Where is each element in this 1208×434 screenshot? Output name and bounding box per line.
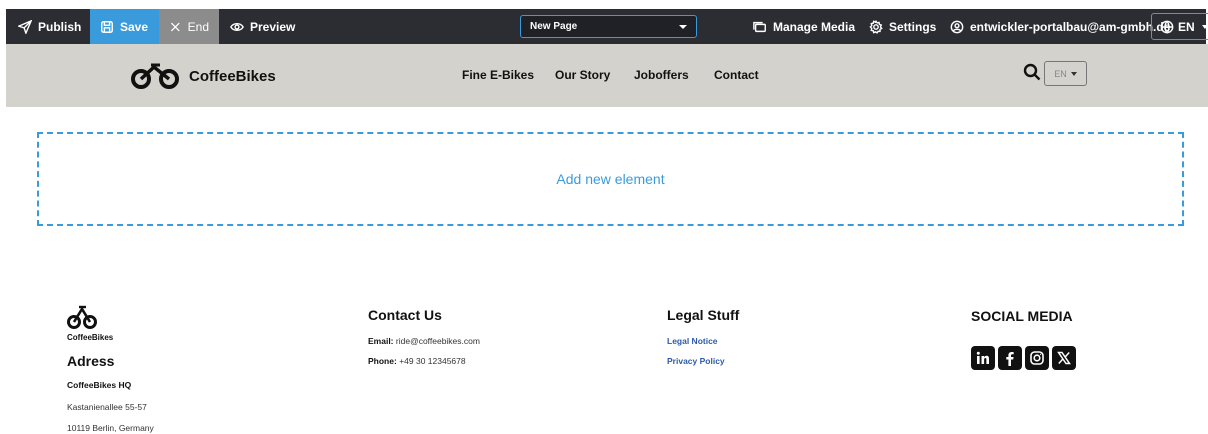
chevron-down-icon xyxy=(1201,24,1208,29)
chevron-down-icon xyxy=(1070,71,1077,76)
site-logo[interactable]: CoffeeBikes xyxy=(130,62,276,90)
user-email: entwickler-portalbau@am-gmbh.de xyxy=(970,19,1171,34)
x-icon[interactable] xyxy=(1052,346,1076,370)
contact-heading: Contact Us xyxy=(368,307,442,323)
publish-button[interactable]: Publish xyxy=(8,9,91,44)
contact-phone-line: Phone: +49 30 12345678 xyxy=(368,356,466,366)
nav-item-fine-e-bikes[interactable]: Fine E-Bikes xyxy=(462,68,534,82)
site-language-select[interactable]: EN xyxy=(1044,61,1087,86)
email-label: Email: xyxy=(368,336,394,346)
nav-item-contact[interactable]: Contact xyxy=(714,68,759,82)
settings-label: Settings xyxy=(889,19,937,34)
linkedin-icon[interactable] xyxy=(971,346,995,370)
add-element-label: Add new element xyxy=(556,171,665,187)
page-select-value: New Page xyxy=(530,21,578,32)
page-select[interactable]: New Page xyxy=(520,15,697,38)
site-language-value: EN xyxy=(1054,68,1067,79)
preview-button[interactable]: Preview xyxy=(220,9,305,44)
legal-notice-link[interactable]: Legal Notice xyxy=(667,336,718,346)
legal-heading: Legal Stuff xyxy=(667,307,740,323)
privacy-policy-link[interactable]: Privacy Policy xyxy=(667,356,725,366)
user-account-button[interactable]: entwickler-portalbau@am-gmbh.de xyxy=(940,9,1180,44)
end-label: End xyxy=(187,19,209,34)
language-label: EN xyxy=(1178,19,1195,34)
instagram-icon[interactable] xyxy=(1025,346,1049,370)
social-media-heading: SOCIAL MEDIA xyxy=(971,308,1073,324)
search-button[interactable] xyxy=(1023,63,1041,86)
address-company: CoffeeBikes HQ xyxy=(67,380,132,390)
save-button[interactable]: Save xyxy=(90,9,159,44)
phone-label: Phone: xyxy=(368,356,397,366)
bicycle-logo-icon xyxy=(67,305,97,329)
end-button[interactable]: End xyxy=(159,9,219,44)
nav-item-joboffers[interactable]: Joboffers xyxy=(634,68,689,82)
brand-name: CoffeeBikes xyxy=(189,67,276,85)
footer-logo-label: CoffeeBikes xyxy=(67,333,114,342)
globe-icon xyxy=(1160,20,1174,34)
send-icon xyxy=(18,19,32,34)
manage-media-label: Manage Media xyxy=(773,19,856,34)
add-element-dropzone[interactable]: Add new element xyxy=(37,132,1184,226)
contact-email[interactable]: ride@coffeebikes.com xyxy=(396,336,480,346)
manage-media-button[interactable]: Manage Media xyxy=(743,9,865,44)
search-icon xyxy=(1023,63,1041,81)
save-label: Save xyxy=(120,19,149,34)
editor-toolbar: Publish Save End Preview New Page Manage… xyxy=(6,9,1208,44)
eye-icon xyxy=(230,22,244,31)
footer-logo[interactable] xyxy=(67,302,97,337)
floppy-disk-icon xyxy=(101,20,113,33)
address-street: Kastanienallee 55-57 xyxy=(67,402,147,412)
nav-item-our-story[interactable]: Our Story xyxy=(555,68,610,82)
media-icon xyxy=(753,21,766,32)
preview-label: Preview xyxy=(250,19,296,34)
language-menu[interactable]: EN xyxy=(1151,13,1208,40)
settings-button[interactable]: Settings xyxy=(859,9,946,44)
facebook-icon[interactable] xyxy=(998,346,1022,370)
chevron-down-icon xyxy=(679,24,687,29)
gear-icon xyxy=(869,19,883,34)
address-heading: Adress xyxy=(67,353,115,369)
bicycle-logo-icon xyxy=(131,63,179,89)
user-circle-icon xyxy=(950,20,964,33)
contact-phone[interactable]: +49 30 12345678 xyxy=(399,356,465,366)
contact-email-line: Email: ride@coffeebikes.com xyxy=(368,336,480,346)
site-header: CoffeeBikes Fine E-Bikes Our Story Jobof… xyxy=(6,44,1208,107)
social-icons xyxy=(971,346,1076,370)
close-icon xyxy=(170,22,180,31)
address-city: 10119 Berlin, Germany xyxy=(67,423,154,433)
publish-label: Publish xyxy=(38,19,82,34)
